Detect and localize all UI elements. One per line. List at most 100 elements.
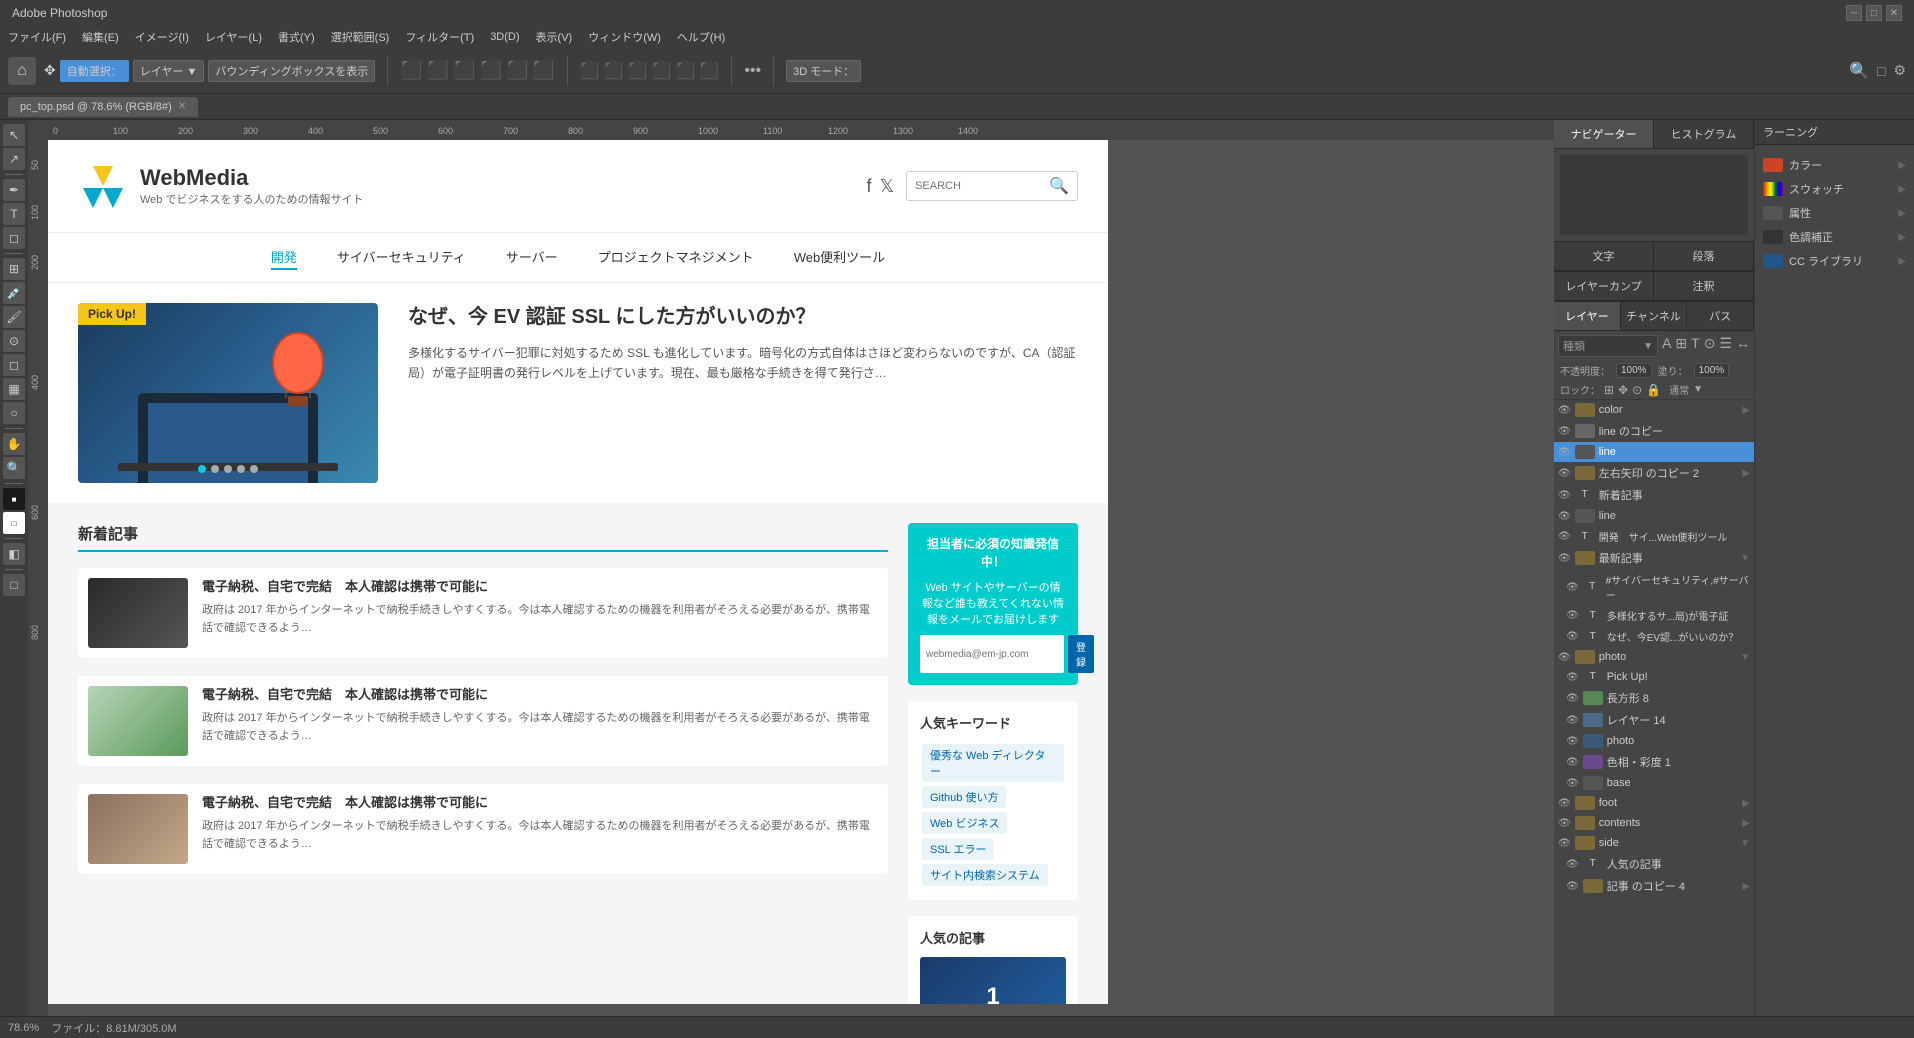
eyedropper-tool[interactable]: 💉 — [3, 282, 25, 304]
menu-file[interactable]: ファイル(F) — [8, 29, 66, 45]
minimize-button[interactable]: ─ — [1846, 5, 1862, 21]
nav-item-tools[interactable]: Web便利ツール — [794, 245, 886, 270]
menu-layer[interactable]: レイヤー(L) — [205, 29, 262, 45]
keyword-tag[interactable]: SSL エラー — [922, 838, 994, 860]
eye-icon[interactable]: 👁 — [1558, 838, 1571, 849]
background-color[interactable]: □ — [3, 512, 25, 534]
paragraph-tab[interactable]: 段落 — [1654, 242, 1754, 270]
collapse-icon[interactable]: ▶ — [1742, 881, 1750, 892]
layer-item-base[interactable]: 👁 base — [1554, 773, 1754, 793]
layer-comp-tab[interactable]: レイヤーカンプ — [1554, 272, 1654, 300]
bounding-box-checkbox[interactable]: バウンディングボックスを表示 — [208, 60, 375, 82]
collapse-icon[interactable]: ▶ — [1898, 184, 1906, 195]
eye-icon[interactable]: 👁 — [1558, 818, 1571, 829]
layers-tab[interactable]: レイヤー — [1554, 302, 1621, 330]
channels-tab[interactable]: チャンネル — [1621, 302, 1688, 330]
brush-tool[interactable]: 🖌 — [3, 306, 25, 328]
layer-item-desc-text[interactable]: 👁 T 多様化するサ...局)が電子証 — [1554, 605, 1754, 626]
gradient-tool[interactable]: ▦ — [3, 378, 25, 400]
eye-icon[interactable]: 👁 — [1566, 631, 1579, 642]
navigator-tab[interactable]: ナビゲーター — [1554, 120, 1654, 148]
collapse-icon[interactable]: ▶ — [1742, 468, 1750, 479]
curves-property[interactable]: 色調補正 ▶ — [1763, 225, 1906, 249]
search-box[interactable]: 🔍 — [906, 171, 1078, 201]
menu-filter[interactable]: フィルター(T) — [405, 29, 474, 45]
layer-item-huesat[interactable]: 👁 色相・彩度 1 — [1554, 751, 1754, 773]
histogram-tab[interactable]: ヒストグラム — [1654, 120, 1754, 148]
color-property[interactable]: カラー ▶ — [1763, 153, 1906, 177]
search-input[interactable] — [915, 180, 1045, 192]
dist-center-h-icon[interactable]: ⬛ — [604, 61, 624, 81]
clone-stamp-tool[interactable]: ⊙ — [3, 330, 25, 352]
layers-text-filter-icon[interactable]: T — [1691, 335, 1700, 357]
menu-image[interactable]: イメージ(I) — [135, 29, 189, 45]
layer-item-latest-folder[interactable]: 👁 最新記事 ▼ — [1554, 547, 1754, 569]
tab-close-icon[interactable]: ✕ — [178, 101, 186, 112]
article-item[interactable]: 電子納税、自宅で完結 本人確認は携帯で可能に 政府は 2017 年からインターネ… — [78, 568, 888, 658]
keyword-tag[interactable]: Github 使い方 — [922, 786, 1006, 808]
home-icon[interactable]: ⌂ — [8, 57, 36, 85]
eye-icon[interactable]: 👁 — [1566, 736, 1579, 747]
character-tab[interactable]: 文字 — [1554, 242, 1654, 270]
collapse-icon[interactable]: ▶ — [1898, 160, 1906, 171]
eye-icon[interactable]: 👁 — [1566, 672, 1579, 683]
window-controls[interactable]: ─ □ ✕ — [1846, 5, 1902, 21]
article-item[interactable]: 電子納税、自宅で完結 本人確認は携帯で可能に 政府は 2017 年からインターネ… — [78, 676, 888, 766]
expand-icon[interactable]: ▼ — [1740, 838, 1750, 849]
facebook-icon[interactable]: f — [867, 176, 872, 197]
eye-icon[interactable]: 👁 — [1558, 531, 1571, 542]
selection-tool[interactable]: ↖ — [3, 124, 25, 146]
document-tab[interactable]: pc_top.psd @ 78.6% (RGB/8#) ✕ — [8, 97, 198, 117]
nav-item-pm[interactable]: プロジェクトマネジメント — [598, 245, 754, 270]
keyword-tag[interactable]: 優秀な Web ディレクター — [922, 744, 1064, 782]
layer-item-tags-text[interactable]: 👁 T #サイバーセキュリティ,#サーバー — [1554, 569, 1754, 605]
cc-library-property[interactable]: CC ライブラリ ▶ — [1763, 249, 1906, 273]
layer-dropdown[interactable]: レイヤー ▼ — [133, 60, 205, 82]
align-bottom-icon[interactable]: ⬛ — [532, 60, 554, 81]
eye-icon[interactable]: 👁 — [1566, 582, 1579, 593]
eye-icon[interactable]: 👁 — [1558, 553, 1571, 564]
more-options-icon[interactable]: ••• — [744, 62, 761, 80]
lock-all-icon[interactable]: 🔒 — [1646, 383, 1661, 397]
keyword-tag[interactable]: サイト内検索システム — [922, 864, 1048, 886]
layer-item-new-articles[interactable]: 👁 T 新着記事 — [1554, 484, 1754, 506]
direct-selection-tool[interactable]: ↗ — [3, 148, 25, 170]
lock-pixels-icon[interactable]: ⊞ — [1604, 383, 1614, 397]
attributes-property[interactable]: 属性 ▶ — [1763, 201, 1906, 225]
foreground-color[interactable]: ■ — [3, 488, 25, 510]
layers-type-filter-icon[interactable]: A — [1662, 335, 1671, 357]
expand-icon[interactable]: ▼ — [1740, 652, 1750, 663]
eye-icon[interactable]: 👁 — [1566, 610, 1579, 621]
popular-article-thumb[interactable]: 1 — [920, 957, 1066, 1004]
layer-item-line-copy[interactable]: 👁 line のコピー — [1554, 420, 1754, 442]
align-top-icon[interactable]: ⬛ — [480, 60, 502, 81]
layer-item-popular-text[interactable]: 👁 T 人気の記事 — [1554, 853, 1754, 875]
nav-item-dev[interactable]: 開発 — [271, 245, 297, 270]
eye-icon[interactable]: 👁 — [1566, 859, 1579, 870]
dist-bottom-icon[interactable]: ⬛ — [699, 61, 719, 81]
quick-mask-mode[interactable]: ◧ — [3, 543, 25, 565]
layer-item-arrows-copy[interactable]: 👁 左右矢印 のコピー 2 ▶ — [1554, 462, 1754, 484]
collapse-icon[interactable]: ▶ — [1742, 405, 1750, 416]
notes-tab[interactable]: 注釈 — [1654, 272, 1754, 300]
move-icon[interactable]: ✥ — [44, 62, 56, 79]
close-button[interactable]: ✕ — [1886, 5, 1902, 21]
layer-item-photo[interactable]: 👁 photo — [1554, 731, 1754, 751]
text-tool[interactable]: T — [3, 203, 25, 225]
layer-item-line[interactable]: 👁 line — [1554, 442, 1754, 462]
zoom-tool[interactable]: 🔍 — [3, 457, 25, 479]
align-right-icon[interactable]: ⬛ — [453, 60, 475, 81]
collapse-icon[interactable]: ▶ — [1898, 256, 1906, 267]
layer-item-side-folder[interactable]: 👁 side ▼ — [1554, 833, 1754, 853]
eye-icon[interactable]: 👁 — [1566, 693, 1579, 704]
eye-icon[interactable]: 👁 — [1558, 490, 1571, 501]
screen-mode[interactable]: □ — [3, 574, 25, 596]
menu-view[interactable]: 表示(V) — [536, 29, 573, 45]
collapse-icon[interactable]: ▶ — [1742, 818, 1750, 829]
layer-item-rect8[interactable]: 👁 長方形 8 — [1554, 687, 1754, 709]
menu-select[interactable]: 選択範囲(S) — [331, 29, 390, 45]
collapse-icon[interactable]: ▶ — [1898, 232, 1906, 243]
nav-item-security[interactable]: サイバーセキュリティ — [337, 245, 466, 270]
pen-tool[interactable]: ✒ — [3, 179, 25, 201]
layer-item-color[interactable]: 👁 color ▶ — [1554, 400, 1754, 420]
